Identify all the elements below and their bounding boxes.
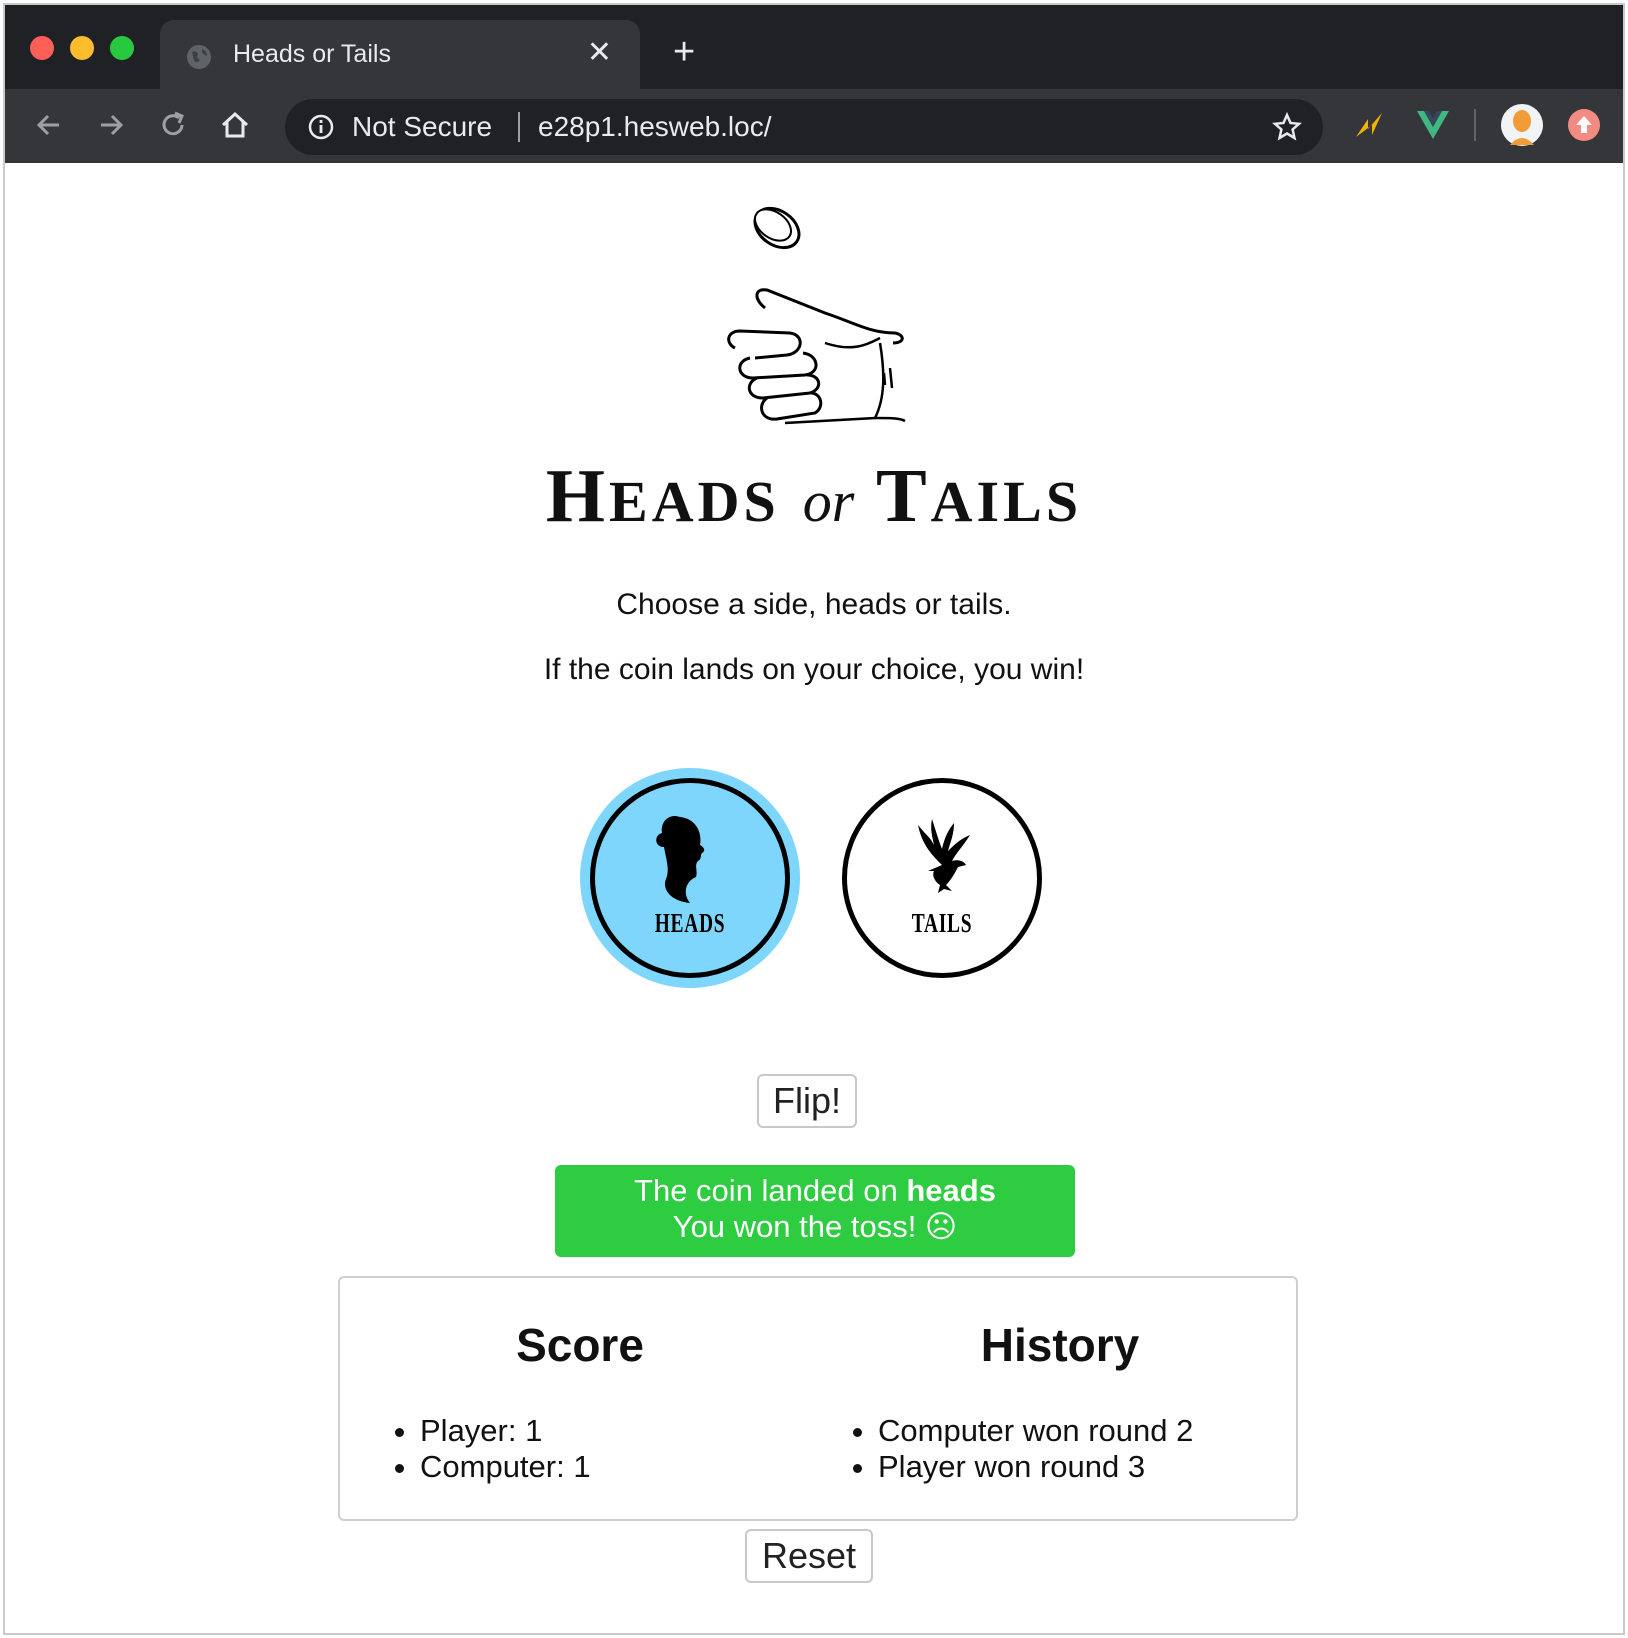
woman-silhouette-icon <box>656 815 705 903</box>
intro-line-2: If the coin lands on your choice, you wi… <box>543 653 1085 686</box>
flip-button[interactable]: Flip! <box>757 1074 857 1128</box>
new-tab-button[interactable]: + <box>673 33 695 71</box>
title-or: or <box>802 469 855 534</box>
url-text[interactable]: e28p1.hesweb.loc/ <box>538 111 772 143</box>
home-icon[interactable] <box>217 107 253 143</box>
score-heading: Score <box>516 1319 644 1371</box>
maximize-window-button[interactable] <box>110 36 134 60</box>
history-item: Player won round 3 <box>878 1449 1193 1485</box>
history-heading: History <box>980 1319 1140 1371</box>
tails-label: TAILS <box>911 908 973 938</box>
result-line-1: The coin landed on heads <box>555 1173 1075 1209</box>
browser-window: Heads or Tails ✕ + Not Secure e28p1.hesw… <box>3 3 1625 1635</box>
vue-devtools-icon[interactable] <box>1413 105 1453 145</box>
toolbar-divider <box>1474 109 1476 141</box>
profile-avatar-icon[interactable] <box>1500 103 1544 147</box>
history-list: Computer won round 2 Player won round 3 <box>878 1413 1193 1485</box>
coin-flip-hand-icon <box>727 206 906 425</box>
browser-toolbar: Not Secure e28p1.hesweb.loc/ <box>5 89 1623 163</box>
reload-icon[interactable] <box>155 107 191 143</box>
page-content: HEADS or TAILS Choose a side, heads or t… <box>5 163 1623 1633</box>
forward-arrow-icon[interactable] <box>93 107 129 143</box>
title-tails-rest: AILS <box>930 469 1083 534</box>
heads-label: HEADS <box>654 908 726 938</box>
minimize-window-button[interactable] <box>70 36 94 60</box>
bookmark-star-icon[interactable] <box>1271 111 1303 143</box>
intro-line-1: Choose a side, heads or tails. <box>616 588 1012 621</box>
page-title: HEADS or TAILS <box>5 453 1623 540</box>
tails-choice[interactable]: TAILS <box>832 768 1052 988</box>
title-letter-t: T <box>875 454 931 538</box>
info-icon[interactable] <box>307 113 335 141</box>
tails-coin[interactable]: TAILS <box>842 778 1042 978</box>
score-section: Score Player: 1 Computer: 1 <box>340 1278 820 1519</box>
heads-choice[interactable]: HEADS <box>580 768 800 988</box>
address-separator <box>518 112 520 142</box>
title-heads-rest: EADS <box>609 469 780 534</box>
result-line-2: You won the toss! ☹ <box>672 1209 958 1244</box>
title-letter-h: H <box>545 454 610 538</box>
security-status[interactable]: Not Secure <box>352 111 492 143</box>
score-item-player: Player: 1 <box>420 1413 591 1449</box>
globe-icon <box>187 45 211 69</box>
score-list: Player: 1 Computer: 1 <box>420 1413 591 1485</box>
heads-coin[interactable]: HEADS <box>590 778 790 978</box>
tab-bar: Heads or Tails ✕ + <box>5 5 1623 89</box>
close-window-button[interactable] <box>30 36 54 60</box>
close-tab-icon[interactable]: ✕ <box>587 38 612 68</box>
result-banner: The coin landed on heads You won the tos… <box>555 1165 1075 1257</box>
result-prefix: The coin landed on <box>634 1173 898 1208</box>
eagle-icon <box>918 819 970 893</box>
history-item: Computer won round 2 <box>878 1413 1193 1449</box>
score-item-computer: Computer: 1 <box>420 1449 591 1485</box>
lightning-extension-icon[interactable] <box>1350 105 1390 145</box>
reset-button[interactable]: Reset <box>745 1529 873 1583</box>
back-arrow-icon[interactable] <box>31 107 67 143</box>
result-value: heads <box>906 1173 996 1208</box>
tab-heads-or-tails[interactable]: Heads or Tails ✕ <box>160 20 640 89</box>
tab-title: Heads or Tails <box>233 40 391 68</box>
history-section: History Computer won round 2 Player won … <box>820 1278 1300 1519</box>
address-bar[interactable]: Not Secure e28p1.hesweb.loc/ <box>285 99 1323 155</box>
update-arrow-icon[interactable] <box>1567 108 1601 142</box>
score-history-panel: Score Player: 1 Computer: 1 History Comp… <box>338 1276 1298 1521</box>
